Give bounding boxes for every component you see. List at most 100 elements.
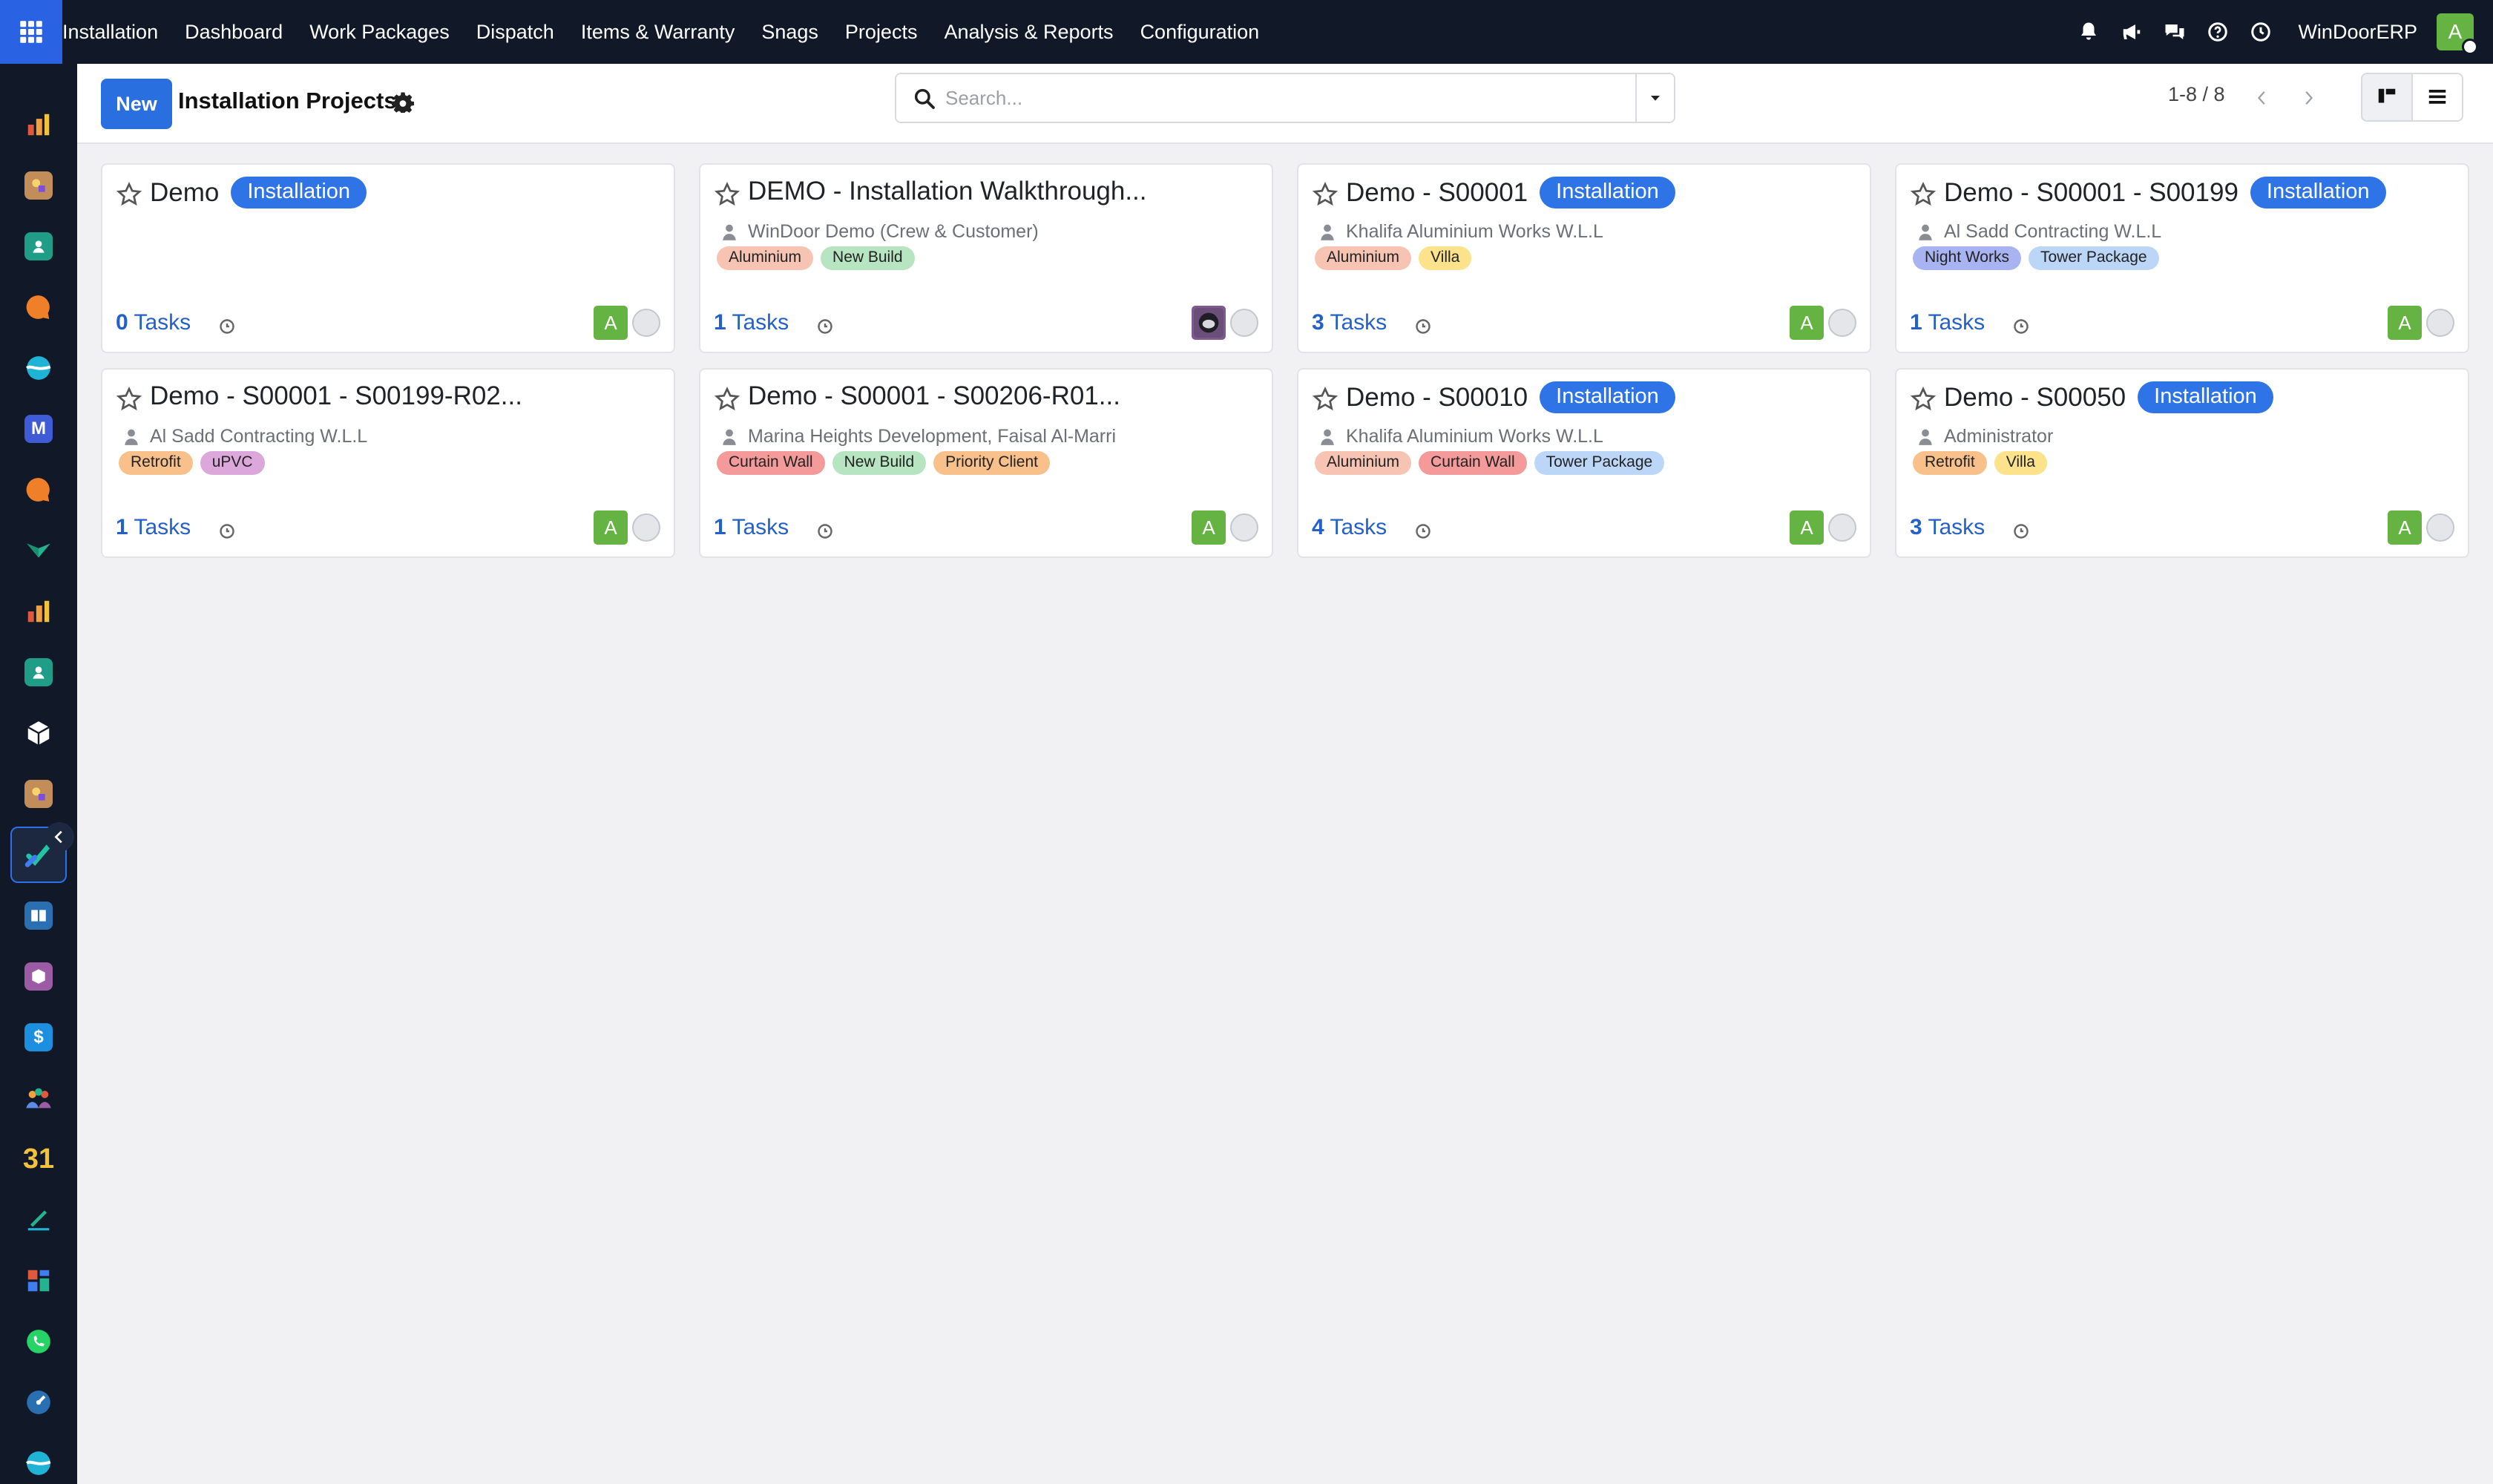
menu-dispatch[interactable]: Dispatch [463, 0, 568, 64]
menu-dashboard[interactable]: Dashboard [171, 0, 296, 64]
star-icon[interactable] [1312, 181, 1339, 208]
status-indicator[interactable] [1230, 309, 1258, 337]
tasks-link[interactable]: 3 Tasks [1312, 310, 1387, 335]
assignee-avatar[interactable]: A [2388, 306, 2422, 340]
star-icon[interactable] [714, 181, 740, 208]
documents-app-icon[interactable] [10, 887, 67, 944]
kanban-view-button[interactable] [2361, 73, 2413, 122]
assignee-avatar[interactable] [1192, 306, 1226, 340]
employees-app-icon[interactable] [10, 644, 67, 700]
assignee-avatar[interactable]: A [1790, 306, 1824, 340]
page-title[interactable]: Installation Projects [178, 88, 397, 114]
gear-icon[interactable] [392, 91, 414, 113]
menu-snags[interactable]: Snags [748, 0, 832, 64]
status-indicator[interactable] [1828, 309, 1856, 337]
status-indicator[interactable] [632, 309, 660, 337]
pager-next-button[interactable] [2288, 74, 2328, 122]
menu-analysis-reports[interactable]: Analysis & Reports [930, 0, 1126, 64]
whatsapp-app-icon[interactable] [10, 1313, 67, 1370]
activity-clock-icon[interactable] [1414, 318, 1432, 335]
discuss-app-2-icon[interactable] [10, 462, 67, 518]
search-options-toggle[interactable] [1635, 74, 1674, 122]
status-indicator[interactable] [632, 513, 660, 542]
tasks-label: Tasks [1330, 310, 1387, 335]
project-card[interactable]: Demo - S00050 Installation Administrator… [1895, 368, 2469, 558]
mail-app-icon[interactable]: M [10, 401, 67, 457]
barcode-app-icon[interactable] [10, 948, 67, 1005]
tasks-link[interactable]: 4 Tasks [1312, 515, 1387, 540]
star-icon[interactable] [116, 386, 142, 413]
collapse-rail-button[interactable] [45, 822, 74, 852]
company-switcher[interactable]: WinDoorERP [2298, 21, 2417, 44]
chat-icon[interactable] [2163, 20, 2187, 44]
team-app-icon[interactable] [10, 1070, 67, 1126]
manufacturing-app-icon[interactable] [10, 766, 67, 822]
assignee-avatar[interactable]: A [594, 306, 628, 340]
tasks-link[interactable]: 1 Tasks [714, 310, 789, 335]
tasks-link[interactable]: 1 Tasks [714, 515, 789, 540]
help-icon[interactable] [2206, 20, 2230, 44]
dashboards-app-icon[interactable] [10, 1252, 67, 1309]
invoicing-app-icon[interactable]: $ [10, 1009, 67, 1066]
new-button[interactable]: New [101, 79, 172, 129]
calendar-app-icon[interactable]: 31 [10, 1131, 67, 1187]
activity-clock-icon[interactable] [816, 318, 834, 335]
menu-projects[interactable]: Projects [832, 0, 931, 64]
activity-clock-icon[interactable] [218, 318, 236, 335]
status-indicator[interactable] [1828, 513, 1856, 542]
activity-clock-icon[interactable] [2012, 522, 2030, 540]
app-name[interactable]: Installation [62, 0, 171, 64]
contacts-app-icon[interactable] [10, 218, 67, 275]
sign-app-icon[interactable] [10, 1192, 67, 1248]
project-card[interactable]: Demo - S00001 - S00199-R02... Al Sadd Co… [101, 368, 675, 558]
project-card[interactable]: Demo - S00001 - S00206-R01... Marina Hei… [699, 368, 1273, 558]
project-card[interactable]: Demo - S00001 - S00199 Installation Al S… [1895, 163, 2469, 353]
tasks-link[interactable]: 0 Tasks [116, 310, 191, 335]
timer-app-icon[interactable] [10, 1374, 67, 1431]
project-card[interactable]: Demo - S00001 Installation Khalifa Alumi… [1297, 163, 1871, 353]
status-indicator[interactable] [2426, 513, 2454, 542]
star-icon[interactable] [116, 181, 142, 208]
star-icon[interactable] [1312, 386, 1339, 413]
crm-app-icon[interactable] [10, 340, 67, 396]
product-app-icon[interactable] [10, 157, 67, 214]
project-card[interactable]: Demo Installation 0 Tasks A [101, 163, 675, 353]
assignee-avatar[interactable]: A [1790, 510, 1824, 545]
sales-app-2-icon[interactable] [10, 583, 67, 640]
status-indicator[interactable] [2426, 309, 2454, 337]
assignee-avatar[interactable]: A [1192, 510, 1226, 545]
helpdesk-app-icon[interactable] [10, 1435, 67, 1484]
star-icon[interactable] [714, 386, 740, 413]
apps-menu-button[interactable] [0, 0, 62, 64]
project-card[interactable]: Demo - S00010 Installation Khalifa Alumi… [1297, 368, 1871, 558]
assignee-avatar[interactable]: A [2388, 510, 2422, 545]
tasks-link[interactable]: 1 Tasks [1910, 310, 1985, 335]
status-indicator[interactable] [1230, 513, 1258, 542]
star-icon[interactable] [1910, 386, 1937, 413]
assignee-avatar[interactable]: A [594, 510, 628, 545]
star-icon[interactable] [1910, 181, 1937, 208]
list-view-button[interactable] [2411, 73, 2463, 122]
sales-app-icon[interactable] [10, 96, 67, 153]
menu-items-warranty[interactable]: Items & Warranty [568, 0, 749, 64]
project-card[interactable]: DEMO - Installation Walkthrough... WinDo… [699, 163, 1273, 353]
pager-previous-button[interactable] [2242, 74, 2282, 122]
tasks-link[interactable]: 3 Tasks [1910, 515, 1985, 540]
tasks-link[interactable]: 1 Tasks [116, 515, 191, 540]
pager-value[interactable]: 1-8 / 8 [2168, 83, 2225, 106]
menu-configuration[interactable]: Configuration [1127, 0, 1273, 64]
user-avatar[interactable]: A [2437, 13, 2478, 55]
packages-app-icon[interactable] [10, 705, 67, 761]
clock-icon[interactable] [2249, 20, 2273, 44]
megaphone-icon[interactable] [2120, 20, 2144, 44]
activity-clock-icon[interactable] [1414, 522, 1432, 540]
inventory-app-icon[interactable] [10, 522, 67, 579]
activity-clock-icon[interactable] [816, 522, 834, 540]
activity-clock-icon[interactable] [2012, 318, 2030, 335]
discuss-app-icon[interactable] [10, 279, 67, 335]
search-input[interactable] [945, 79, 1613, 117]
chevron-right-icon [2305, 91, 2313, 105]
activity-clock-icon[interactable] [218, 522, 236, 540]
bell-icon[interactable] [2077, 20, 2101, 44]
menu-work-packages[interactable]: Work Packages [296, 0, 463, 64]
